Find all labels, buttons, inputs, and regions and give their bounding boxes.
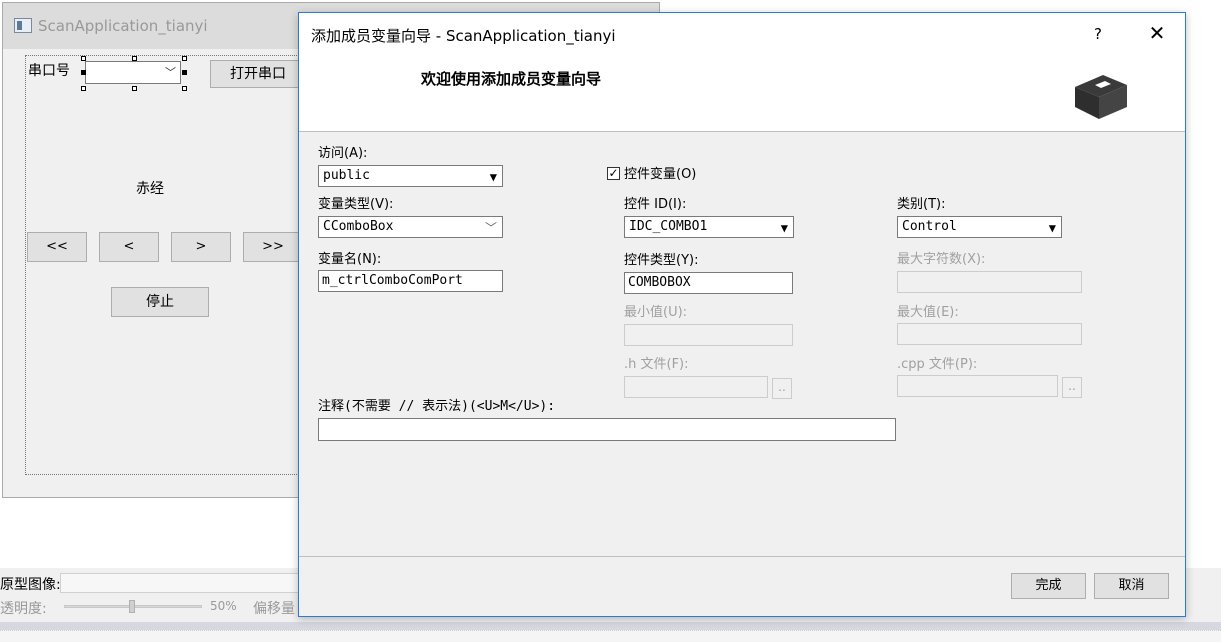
longitude-label: 赤经 <box>136 181 164 197</box>
cpp-file-label: .cpp 文件(P): <box>897 357 978 372</box>
max-value-label: 最大值(E): <box>897 305 959 320</box>
h-file-browse-button: .. <box>772 378 792 399</box>
transparency-value: 50% <box>210 599 237 613</box>
control-id-label: 控件 ID(I): <box>624 197 687 212</box>
open-port-button[interactable]: 打开串口 <box>210 60 306 88</box>
variable-type-label: 变量类型(V): <box>318 197 394 212</box>
status-area <box>0 630 1221 642</box>
cpp-file-input <box>897 375 1058 397</box>
max-chars-input <box>897 271 1082 293</box>
cpp-file-browse-button: .. <box>1062 377 1082 398</box>
footer-divider <box>299 556 1185 557</box>
control-type-input[interactable]: COMBOBOX <box>624 272 793 294</box>
bottom-scrollbar[interactable] <box>0 622 1221 630</box>
min-value-input <box>624 324 793 346</box>
chevron-down-icon: ▼ <box>780 221 788 235</box>
chevron-down-icon: ▼ <box>1048 221 1056 235</box>
background-window-title: ScanApplication_tianyi <box>38 17 208 35</box>
help-button[interactable]: ? <box>1094 25 1102 43</box>
selection-handle[interactable] <box>81 70 86 75</box>
cube-icon <box>1075 75 1127 119</box>
category-label: 类别(T): <box>897 197 946 212</box>
selection-handle[interactable] <box>81 56 86 61</box>
max-value-input <box>897 323 1082 345</box>
max-chars-label: 最大字符数(X): <box>897 252 986 267</box>
chevron-down-icon: ▼ <box>489 170 497 184</box>
selection-handle[interactable] <box>182 56 187 61</box>
comment-input[interactable] <box>318 418 896 441</box>
cancel-button[interactable]: 取消 <box>1094 573 1169 599</box>
app-window-icon <box>14 18 32 33</box>
chevron-down-icon: ﹀ <box>484 221 497 235</box>
control-variable-label: 控件变量(O) <box>624 167 697 182</box>
dialog-design-surface[interactable]: 串口号 ﹀ 打开串口 赤经 << < > >> 停止 <box>25 55 315 475</box>
variable-name-input[interactable]: m_ctrlComboComPort <box>318 270 503 292</box>
control-id-value: IDC_COMBO1 <box>629 219 708 234</box>
transparency-slider[interactable] <box>64 600 202 613</box>
slider-thumb[interactable] <box>129 600 135 613</box>
close-button[interactable]: ✕ <box>1145 21 1169 45</box>
variable-type-combobox[interactable]: CComboBox ﹀ <box>318 216 503 238</box>
nav-last-button[interactable]: >> <box>243 232 303 262</box>
control-type-label: 控件类型(Y): <box>624 253 699 268</box>
control-id-dropdown[interactable]: IDC_COMBO1 ▼ <box>624 216 794 238</box>
transparency-label: 透明度: <box>0 601 47 617</box>
access-dropdown[interactable]: public ▼ <box>318 165 503 187</box>
finish-button[interactable]: 完成 <box>1011 573 1086 599</box>
stop-button[interactable]: 停止 <box>111 287 209 317</box>
selection-handle[interactable] <box>132 56 137 61</box>
nav-first-button[interactable]: << <box>27 232 87 262</box>
wizard-heading: 欢迎使用添加成员变量向导 <box>421 70 602 88</box>
min-value-label: 最小值(U): <box>624 305 688 320</box>
selection-handle[interactable] <box>132 86 137 91</box>
selection-handle[interactable] <box>182 70 187 75</box>
nav-next-button[interactable]: > <box>171 232 231 262</box>
selection-handle[interactable] <box>182 86 187 91</box>
wizard-header: 添加成员变量向导 - ScanApplication_tianyi ? ✕ 欢迎… <box>299 13 1185 132</box>
prototype-image-field[interactable] <box>60 573 300 593</box>
category-value: Control <box>902 219 957 234</box>
access-label: 访问(A): <box>318 146 368 161</box>
add-member-variable-wizard: 添加成员变量向导 - ScanApplication_tianyi ? ✕ 欢迎… <box>298 12 1186 617</box>
nav-prev-button[interactable]: < <box>99 232 159 262</box>
access-value: public <box>323 168 370 183</box>
selection-handle[interactable] <box>81 86 86 91</box>
offset-label: 偏移量 <box>253 601 295 617</box>
category-dropdown[interactable]: Control ▼ <box>897 216 1062 238</box>
port-combobox[interactable]: ﹀ <box>85 61 181 84</box>
prototype-image-label: 原型图像: <box>0 577 61 593</box>
control-variable-checkbox[interactable]: ✓ <box>607 167 620 180</box>
port-label: 串口号 <box>28 63 70 79</box>
variable-type-value: CComboBox <box>323 219 394 234</box>
comment-label: 注释(不需要 // 表示法)(<U>M</U>): <box>318 399 556 414</box>
wizard-title: 添加成员变量向导 - ScanApplication_tianyi <box>311 27 616 45</box>
variable-name-label: 变量名(N): <box>318 252 382 267</box>
chevron-down-icon: ﹀ <box>165 66 176 79</box>
h-file-label: .h 文件(F): <box>624 357 689 372</box>
h-file-input <box>624 376 768 398</box>
